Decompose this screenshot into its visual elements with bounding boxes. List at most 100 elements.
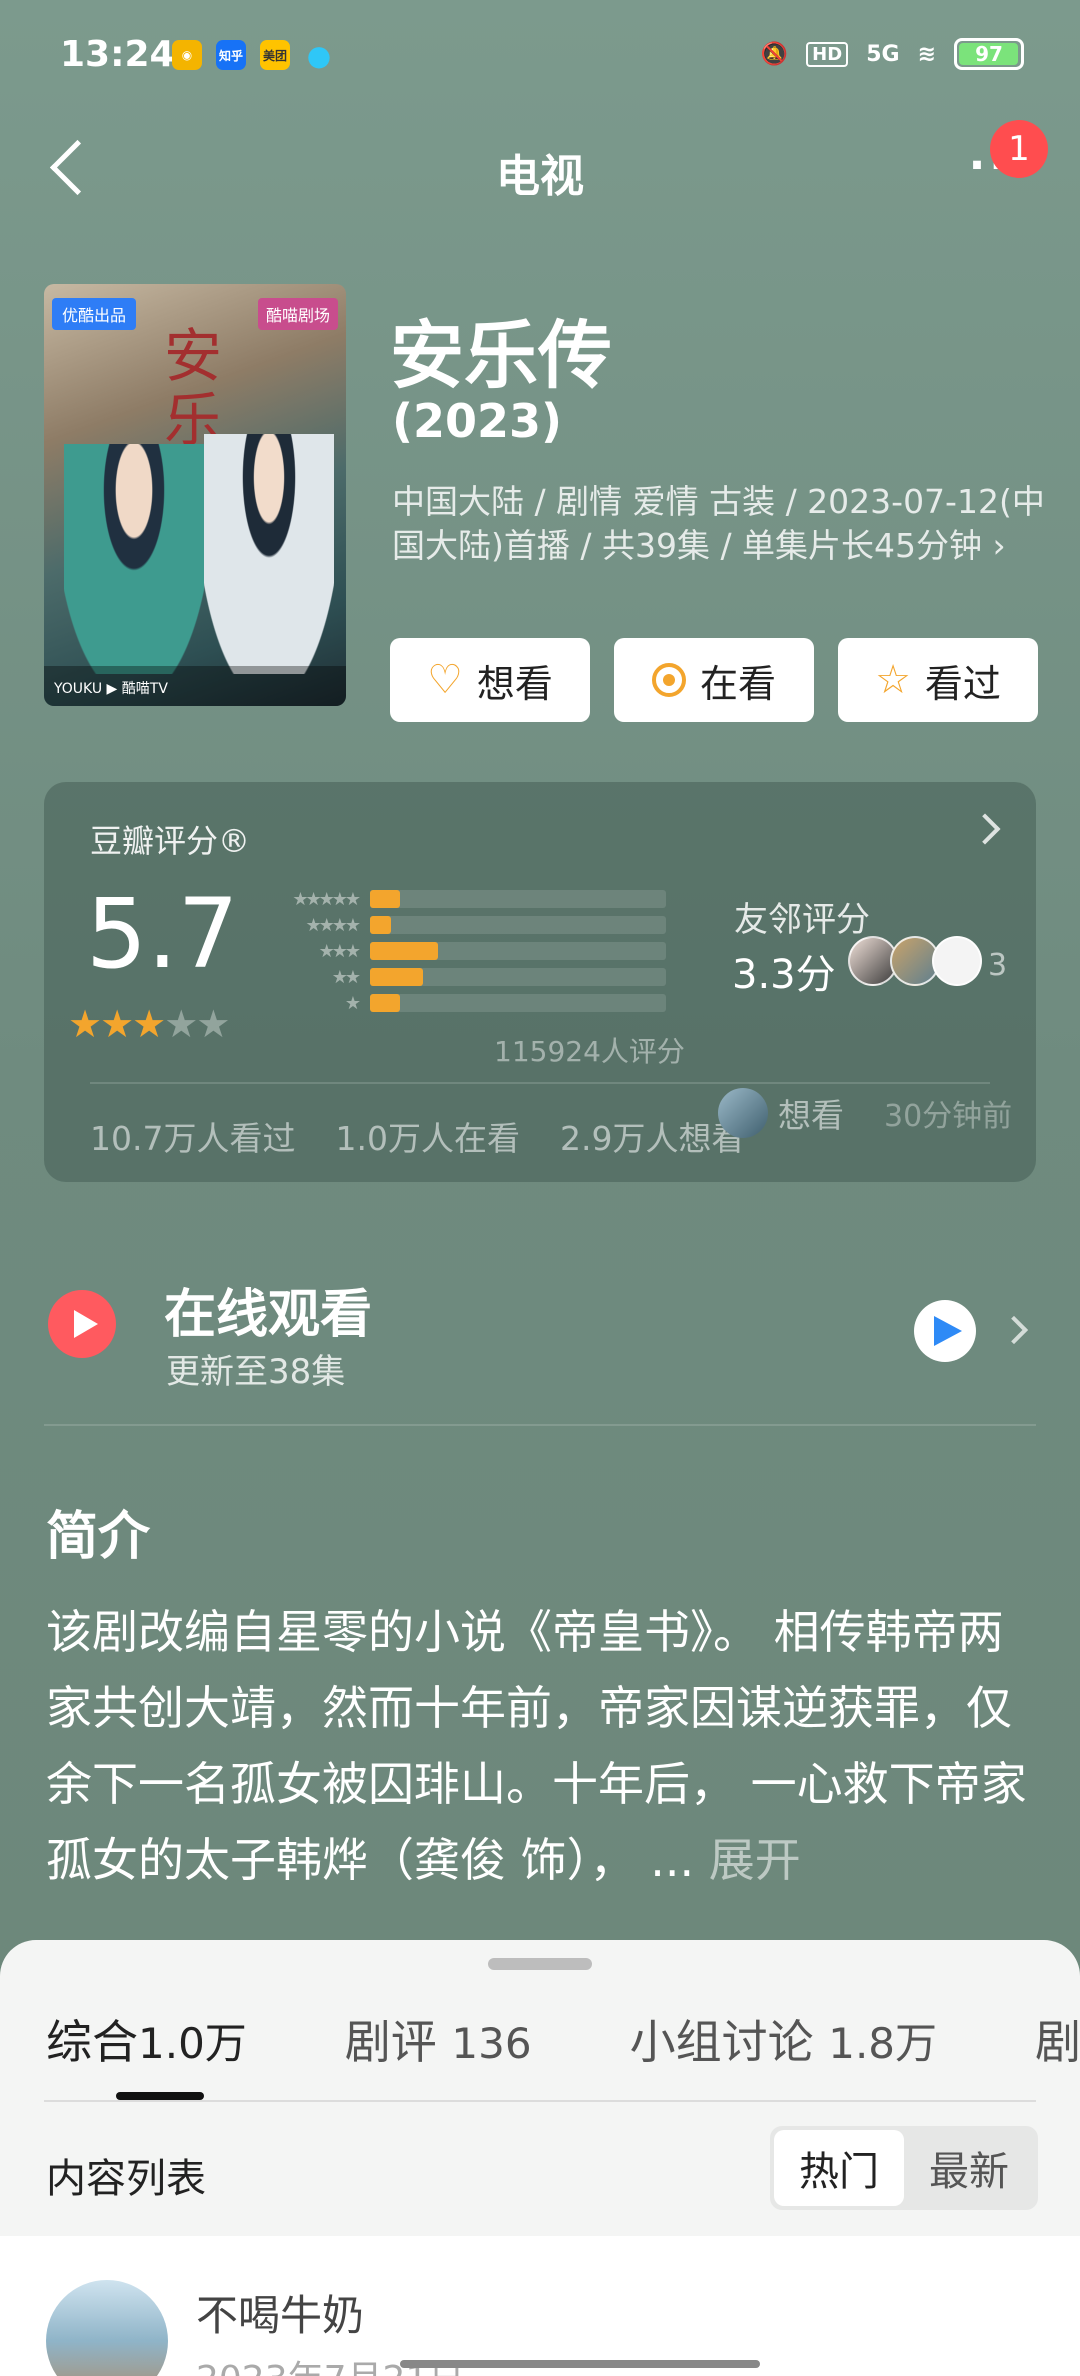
poster-tag-youku: 优酷出品: [52, 298, 137, 330]
battery-level: 97: [975, 42, 1003, 66]
star-icon: ★: [164, 1002, 198, 1046]
list-item[interactable]: 不喝牛奶 2023年7月21日: [0, 2236, 1080, 2376]
rating-card[interactable]: 豆瓣评分® 5.7 ★★★★★ ★★★★★ ★★★★ ★★★ ★★ ★ 115924人评…: [44, 782, 1036, 1182]
star-icon: ★: [100, 1002, 134, 1046]
chevron-right-icon: [999, 1315, 1029, 1345]
want-label: 想看: [476, 661, 553, 706]
friend-avatars[interactable]: [848, 936, 982, 986]
star-icon: ★: [68, 1002, 102, 1046]
stat-watching: 1.0万人在看: [335, 1119, 520, 1158]
page-title: 电视: [496, 151, 584, 202]
distribution-track: [370, 916, 666, 934]
distribution-stars: ★★★★★: [292, 888, 361, 910]
intro-text: 该剧改编自星零的小说《帝皇书》。 相传韩帝两家共创大靖，然而十年前，帝家因谋逆获…: [46, 1594, 1042, 1898]
distribution-stars: ★★★: [318, 940, 361, 962]
friend-rating-label: 友邻评分: [734, 900, 870, 940]
home-indicator[interactable]: [400, 2360, 760, 2368]
tab-indicator: [116, 2092, 204, 2100]
tab-reviews[interactable]: 剧评 136: [345, 2006, 532, 2072]
avatar[interactable]: [46, 2280, 168, 2376]
activity-text: 想看: [778, 1096, 844, 1135]
online-watch-subtitle: 更新至38集: [166, 1352, 346, 1392]
tab-count: 136: [451, 2019, 532, 2068]
tab-label: 剧评: [344, 2015, 437, 2069]
distribution-stars: ★★★★: [305, 914, 361, 936]
status-bar: 13:24 ◉ 知乎 美团 ● 🔕 HD 5G ≋ 97: [0, 0, 1080, 110]
rating-title: 豆瓣评分®: [90, 822, 251, 860]
watched-button[interactable]: ☆ 看过: [838, 638, 1038, 722]
tab-more[interactable]: 剧: [1035, 2006, 1080, 2072]
distribution-row: ★★★★: [264, 912, 666, 938]
watched-label: 看过: [924, 661, 1001, 706]
poster-figure-female: [64, 444, 204, 674]
stat-want: 2.9万人想看: [559, 1119, 745, 1158]
avatar: [718, 1088, 768, 1138]
online-watch-row[interactable]: 在线观看 更新至38集: [44, 1260, 1036, 1392]
distribution-stars: ★: [344, 992, 361, 1014]
rating-count: 115924人评分: [494, 1035, 685, 1068]
content-list-label: 内容列表: [46, 2156, 206, 2202]
sort-new-button[interactable]: 最新: [904, 2130, 1034, 2206]
divider: [90, 1082, 990, 1084]
status-indicators: 🔕 HD 5G ≋ 97: [761, 38, 1024, 70]
tab-overview[interactable]: 综合1.0万: [46, 2006, 247, 2072]
friend-activity: 想看 30分钟前: [718, 1088, 1012, 1138]
signal-icon: 5G: [866, 41, 900, 67]
poster-figure-male: [204, 434, 334, 674]
status-app-icons: ◉ 知乎 美团 ●: [172, 38, 334, 72]
friend-count: 3: [988, 948, 1008, 983]
tab-count: 1.8万: [828, 2019, 938, 2068]
distribution-stars: ★★: [331, 966, 361, 988]
sort-hot-button[interactable]: 热门: [774, 2130, 904, 2206]
watching-button[interactable]: 在看: [614, 638, 814, 722]
expand-link[interactable]: 展开: [709, 1833, 801, 1887]
tab-label: 小组讨论: [629, 2015, 814, 2069]
friend-rating-score: 3.3分: [732, 952, 836, 998]
post-author[interactable]: 不喝牛奶: [196, 2282, 364, 2343]
tab-label: 综合: [46, 2015, 138, 2069]
zhihu-icon: 知乎: [216, 40, 246, 70]
tab-group-discussion[interactable]: 小组讨论 1.8万: [630, 2006, 937, 2072]
distribution-bar: [370, 916, 391, 934]
distribution-row: ★: [264, 990, 666, 1016]
notification-badge: 1: [990, 120, 1048, 178]
play-icon: [48, 1290, 116, 1358]
activity-time: 30分钟前: [884, 1099, 1013, 1134]
distribution-track: [370, 890, 666, 908]
notification-icon: ●: [306, 38, 332, 72]
star-icon: ★: [132, 1002, 166, 1046]
divider: [44, 2100, 1036, 2102]
divider: [44, 1424, 1036, 1426]
show-year: (2023): [392, 394, 563, 448]
distribution-row: ★★★★★: [264, 886, 666, 912]
distribution-track: [370, 968, 666, 986]
show-meta[interactable]: 中国大陆 / 剧情 爱情 古装 / 2023-07-12(中国大陆)首播 / 共…: [392, 480, 1052, 568]
tab-label: 剧: [1035, 2015, 1080, 2069]
watching-icon: [651, 663, 686, 697]
intro-body: 该剧改编自星零的小说《帝皇书》。 相传韩帝两家共创大靖，然而十年前，帝家因谋逆获…: [46, 1605, 1027, 1887]
distribution-track: [370, 942, 666, 960]
meituan-icon: 美团: [260, 40, 290, 70]
rating-stars: ★★★★★: [68, 1002, 230, 1046]
distribution-row: ★★: [264, 964, 666, 990]
star-icon: ★: [196, 1002, 230, 1046]
want-button[interactable]: ♡ 想看: [390, 638, 590, 722]
hd-icon: HD: [806, 41, 849, 67]
chevron-right-icon[interactable]: [969, 813, 1001, 845]
distribution-bar: [370, 968, 424, 986]
watching-label: 在看: [699, 661, 776, 706]
avatar: [932, 936, 982, 986]
poster-image[interactable]: 优酷出品 酷喵剧场 安 乐 传 YOUKU ▶ 酷喵TV: [44, 284, 346, 706]
heart-plus-icon: ♡: [427, 657, 463, 703]
rating-distribution: ★★★★★ ★★★★ ★★★ ★★ ★: [264, 886, 666, 1016]
tab-count: 1.0万: [138, 2019, 247, 2068]
sheet-drag-handle[interactable]: [488, 1958, 592, 1970]
show-title: 安乐传: [390, 313, 612, 399]
poster-tag-kumiao: 酷喵剧场: [257, 298, 338, 330]
battery-icon: 97: [954, 38, 1024, 70]
wifi-icon: ≋: [917, 41, 936, 67]
action-buttons: ♡ 想看 在看 ☆ 看过: [390, 638, 1038, 722]
rating-stats: 10.7万人看过 1.0万人在看 2.9万人想看: [90, 1112, 744, 1160]
weibo-icon: ◉: [172, 40, 202, 70]
distribution-bar: [370, 942, 439, 960]
